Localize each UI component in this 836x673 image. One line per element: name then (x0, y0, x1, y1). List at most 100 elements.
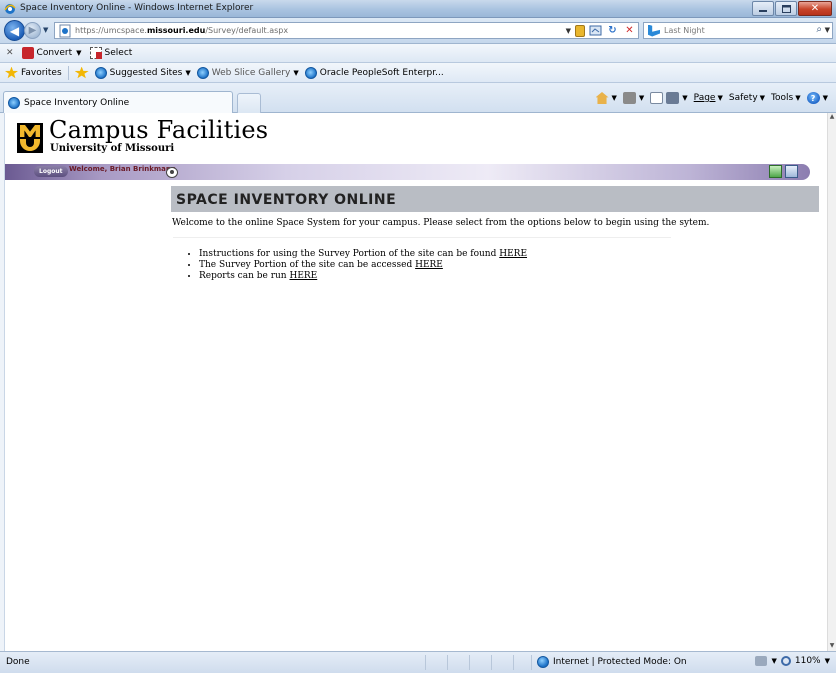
scroll-up-icon[interactable]: ▲ (828, 113, 836, 122)
pdf-convert-icon (21, 47, 34, 59)
favorite-item-suggested-sites[interactable]: Suggested Sites (110, 68, 183, 78)
status-right-controls: ▼ 110% ▼ (755, 656, 830, 666)
forward-button[interactable]: ▶ (24, 22, 41, 39)
close-window-button[interactable]: ✕ (798, 1, 832, 16)
status-divider (513, 655, 514, 670)
select-icon (89, 47, 102, 59)
search-field[interactable]: Last Night ⌕ ▼ (643, 22, 833, 39)
status-divider (469, 655, 470, 670)
window-title-bar: Space Inventory Online - Windows Interne… (0, 0, 836, 18)
back-arrow-icon: ◀ (9, 23, 20, 38)
print-button[interactable]: ▼ (666, 92, 691, 104)
search-placeholder: Last Night (664, 26, 705, 35)
vertical-scrollbar[interactable]: ▲ ▼ (827, 113, 836, 651)
window-controls: ✕ (751, 1, 832, 16)
logout-button[interactable]: Logout (34, 166, 68, 177)
favorite-item-oracle-peoplesoft[interactable]: Oracle PeopleSoft Enterpr... (320, 68, 444, 78)
url-dropdown-arrow[interactable]: ▼ (566, 27, 571, 35)
survey-link[interactable]: HERE (415, 260, 443, 270)
export-icon[interactable] (769, 165, 782, 178)
welcome-text: Welcome, Brian Brinkmann (69, 165, 176, 173)
ie-page-icon (304, 66, 317, 79)
security-zone[interactable]: Internet | Protected Mode: On (537, 656, 687, 668)
brand-text: Campus Facilities University of Missouri (49, 117, 268, 155)
home-button[interactable]: ▼ (595, 92, 621, 104)
close-icon: ✕ (810, 2, 820, 14)
bing-logo-icon (648, 24, 660, 37)
search-icon[interactable]: ⌕ (816, 24, 822, 35)
brand-subtitle: University of Missouri (50, 143, 175, 154)
tab-command-bar: Space Inventory Online ▼ ▼ ▼ Page ▼ Safet… (0, 83, 836, 113)
status-divider (491, 655, 492, 670)
page-icon (59, 24, 71, 37)
url-text: https://umcspace.missouri.edu/Survey/def… (75, 26, 289, 35)
site-nav-strip: Logout Welcome, Brian Brinkmann (5, 164, 810, 180)
suggested-sites-dropdown-arrow[interactable]: ▼ (185, 69, 190, 77)
url-field[interactable]: https://umcspace.missouri.edu/Survey/def… (54, 22, 639, 39)
page-title: SPACE INVENTORY ONLINE (176, 192, 397, 208)
maximize-icon (781, 4, 791, 13)
tools-menu[interactable]: Tools ▼ (771, 93, 805, 103)
close-toolbar-icon[interactable]: ✕ (6, 48, 14, 58)
zoom-level[interactable]: 110% (795, 656, 821, 666)
search-dropdown-arrow[interactable]: ▼ (825, 26, 830, 34)
security-zone-label: Internet | Protected Mode: On (553, 657, 687, 667)
print-icon (666, 92, 680, 104)
back-button[interactable]: ◀ (4, 20, 25, 41)
intro-text: Welcome to the online Space System for y… (172, 218, 710, 228)
page-content: Campus Facilities University of Missouri… (5, 113, 827, 651)
content-divider (173, 237, 671, 238)
maximize-button[interactable] (775, 1, 797, 16)
compatibility-view-icon[interactable] (589, 24, 602, 37)
select-button[interactable]: Select (105, 48, 133, 58)
protected-mode-dropdown-arrow[interactable]: ▼ (771, 657, 776, 665)
pdf-convert-toolbar: ✕ Convert ▼ Select (0, 44, 836, 63)
tab-title: Space Inventory Online (24, 97, 130, 108)
ie-logo-icon (4, 4, 16, 14)
mail-icon (650, 92, 664, 104)
read-mail-button[interactable] (650, 92, 664, 104)
reports-link[interactable]: HERE (289, 271, 317, 281)
list-item: Reports can be run HERE (199, 271, 527, 282)
user-profile-icon[interactable] (166, 167, 178, 178)
status-divider (425, 655, 426, 670)
window-title: Space Inventory Online - Windows Interne… (20, 3, 254, 13)
url-actions: ▼ ↻ ✕ (566, 24, 636, 37)
print-page-icon[interactable] (785, 165, 798, 178)
mizzou-logo-icon (17, 123, 43, 153)
status-text: Done (6, 657, 30, 667)
list-item: Instructions for using the Survey Portio… (199, 249, 527, 260)
home-icon (595, 92, 609, 104)
refresh-icon[interactable]: ↻ (606, 24, 619, 37)
help-button[interactable]: ? ▼ (806, 92, 832, 104)
strip-buttons (769, 165, 798, 178)
stop-icon[interactable]: ✕ (623, 24, 636, 37)
feeds-icon (622, 92, 636, 104)
favorites-bar: Favorites Suggested Sites ▼ Web Slice Ga… (0, 63, 836, 83)
new-tab-button[interactable] (237, 93, 261, 113)
ie-page-icon (196, 66, 209, 79)
protected-mode-icon[interactable] (755, 656, 768, 666)
zoom-dropdown-arrow[interactable]: ▼ (825, 657, 830, 665)
scroll-down-icon[interactable]: ▼ (828, 642, 836, 651)
feeds-button[interactable]: ▼ (622, 92, 648, 104)
safety-menu[interactable]: Safety ▼ (729, 93, 769, 103)
zoom-icon (780, 656, 791, 666)
convert-button[interactable]: Convert (37, 48, 73, 58)
add-to-favorites-icon[interactable] (74, 66, 89, 79)
ie-page-icon (94, 66, 107, 79)
help-icon: ? (806, 92, 820, 104)
status-bar: Done Internet | Protected Mode: On ▼ 110… (0, 651, 836, 673)
web-slice-gallery-dropdown-arrow[interactable]: ▼ (293, 69, 298, 77)
favorite-item-web-slice-gallery[interactable]: Web Slice Gallery (212, 68, 291, 78)
page-menu[interactable]: Page ▼ (694, 93, 727, 103)
minimize-button[interactable] (752, 1, 774, 16)
instructions-link[interactable]: HERE (499, 249, 527, 259)
recent-pages-dropdown[interactable]: ▼ (43, 26, 48, 34)
minimize-icon (759, 9, 767, 12)
tab-favicon (8, 96, 20, 109)
lock-icon[interactable] (575, 24, 585, 37)
favorites-button[interactable]: Favorites (21, 68, 62, 78)
convert-dropdown-arrow[interactable]: ▼ (76, 49, 81, 57)
tab-space-inventory-online[interactable]: Space Inventory Online (3, 91, 233, 113)
